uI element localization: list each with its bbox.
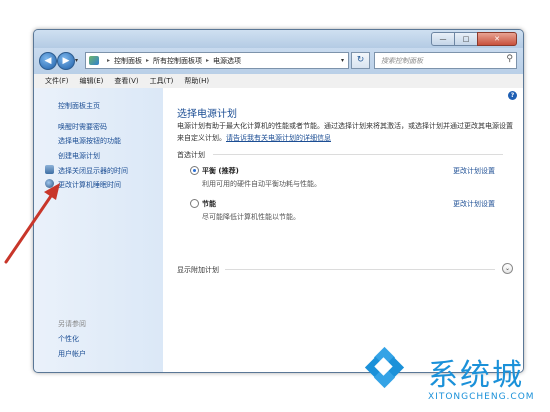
menu-view[interactable]: 查看(V) (114, 76, 138, 86)
refresh-button[interactable]: ↻ (351, 52, 370, 69)
menu-bar: 文件(F) 编辑(E) 查看(V) 工具(T) 帮助(H) (34, 74, 523, 89)
history-dropdown-icon[interactable]: ▾ (75, 57, 78, 64)
plan-balanced-settings-link[interactable]: 更改计划设置 (453, 166, 495, 176)
menu-edit[interactable]: 编辑(E) (80, 76, 104, 86)
see-also-personalization[interactable]: 个性化 (58, 334, 79, 344)
page-title: 选择电源计划 (177, 109, 237, 120)
additional-plans-divider (225, 269, 495, 270)
group-divider (213, 154, 503, 155)
search-icon[interactable]: ⚲ (506, 54, 513, 64)
breadcrumb-all-items[interactable]: 所有控制面板项 (153, 56, 202, 66)
watermark-logo: 系统城 XITONGCHENG.COM (360, 336, 540, 406)
breadcrumb-control-panel[interactable]: 控制面板 (114, 56, 142, 66)
plan-balanced-radio[interactable] (190, 166, 199, 175)
display-off-icon (45, 165, 54, 174)
menu-tools[interactable]: 工具(T) (150, 76, 174, 86)
back-button[interactable]: ◀ (39, 52, 57, 70)
plan-power-saver-name[interactable]: 节能 (202, 199, 216, 209)
sidebar-item-wakeup-password[interactable]: 唤醒时需要密码 (58, 122, 107, 132)
sidebar: 控制面板主页 唤醒时需要密码 选择电源按钮的功能 创建电源计划 选择关闭显示器的… (34, 88, 163, 372)
group-title: 首选计划 (177, 151, 205, 159)
sidebar-item-sleep-time[interactable]: 更改计算机睡眠时间 (58, 180, 121, 190)
sidebar-home-link[interactable]: 控制面板主页 (58, 101, 100, 111)
sidebar-item-power-button[interactable]: 选择电源按钮的功能 (58, 136, 121, 146)
title-bar[interactable]: — □ ✕ (34, 30, 523, 48)
watermark-text: 系统城 (428, 358, 524, 393)
window-controls: — □ ✕ (431, 32, 517, 46)
sidebar-item-display-off[interactable]: 选择关闭显示器的时间 (58, 166, 128, 176)
address-bar[interactable]: ▸ 控制面板 ▸ 所有控制面板项 ▸ 电源选项 ▾ (85, 52, 349, 69)
control-panel-window: — □ ✕ ◀ ▶ ▾ ▸ 控制面板 ▸ 所有控制面板项 ▸ 电源选项 ▾ ↻ … (33, 29, 524, 373)
main-content: ? 选择电源计划 电源计划有助于最大化计算机的性能或者节能。通过选择计划来将其激… (163, 88, 523, 372)
minimize-button[interactable]: — (431, 32, 455, 46)
plan-balanced-name[interactable]: 平衡 (推荐) (202, 166, 239, 176)
see-also-user-accounts[interactable]: 用户帐户 (58, 349, 86, 359)
navigation-bar: ◀ ▶ ▾ ▸ 控制面板 ▸ 所有控制面板项 ▸ 电源选项 ▾ ↻ 搜索控制面板… (34, 48, 523, 74)
page-description: 电源计划有助于最大化计算机的性能或者节能。通过选择计划来将其激活，或选择计划并通… (177, 120, 513, 144)
see-also-title: 另请参阅 (58, 320, 86, 328)
watermark-diamond-icon (364, 346, 405, 389)
plan-power-saver-radio[interactable] (190, 199, 199, 208)
expand-chevron-icon[interactable]: ⌄ (502, 263, 513, 274)
breadcrumb-power-options[interactable]: 电源选项 (213, 56, 241, 66)
close-button[interactable]: ✕ (477, 32, 517, 46)
plan-power-saver-settings-link[interactable]: 更改计划设置 (453, 199, 495, 209)
show-additional-plans[interactable]: 显示附加计划 (177, 265, 219, 275)
breadcrumb-separator-icon[interactable]: ▸ (107, 57, 110, 64)
maximize-button[interactable]: □ (454, 32, 478, 46)
sleep-icon (45, 179, 54, 188)
power-plan-help-link[interactable]: 请告诉我有关电源计划的详细信息 (226, 134, 331, 142)
watermark-url: XITONGCHENG.COM (428, 392, 535, 402)
breadcrumb-separator-icon[interactable]: ▸ (206, 57, 209, 64)
address-dropdown-icon[interactable]: ▾ (341, 57, 344, 64)
breadcrumb-separator-icon[interactable]: ▸ (146, 57, 149, 64)
forward-button[interactable]: ▶ (57, 52, 75, 70)
plan-balanced-description: 利用可用的硬件自动平衡功耗与性能。 (202, 180, 321, 188)
plan-power-saver-description: 尽可能降低计算机性能以节能。 (202, 213, 300, 221)
search-placeholder: 搜索控制面板 (381, 57, 423, 65)
menu-help[interactable]: 帮助(H) (184, 76, 209, 86)
help-icon[interactable]: ? (508, 91, 517, 100)
sidebar-item-create-plan[interactable]: 创建电源计划 (58, 151, 100, 161)
control-panel-icon (89, 56, 99, 65)
search-input[interactable]: 搜索控制面板 ⚲ (374, 52, 517, 69)
menu-file[interactable]: 文件(F) (45, 76, 69, 86)
